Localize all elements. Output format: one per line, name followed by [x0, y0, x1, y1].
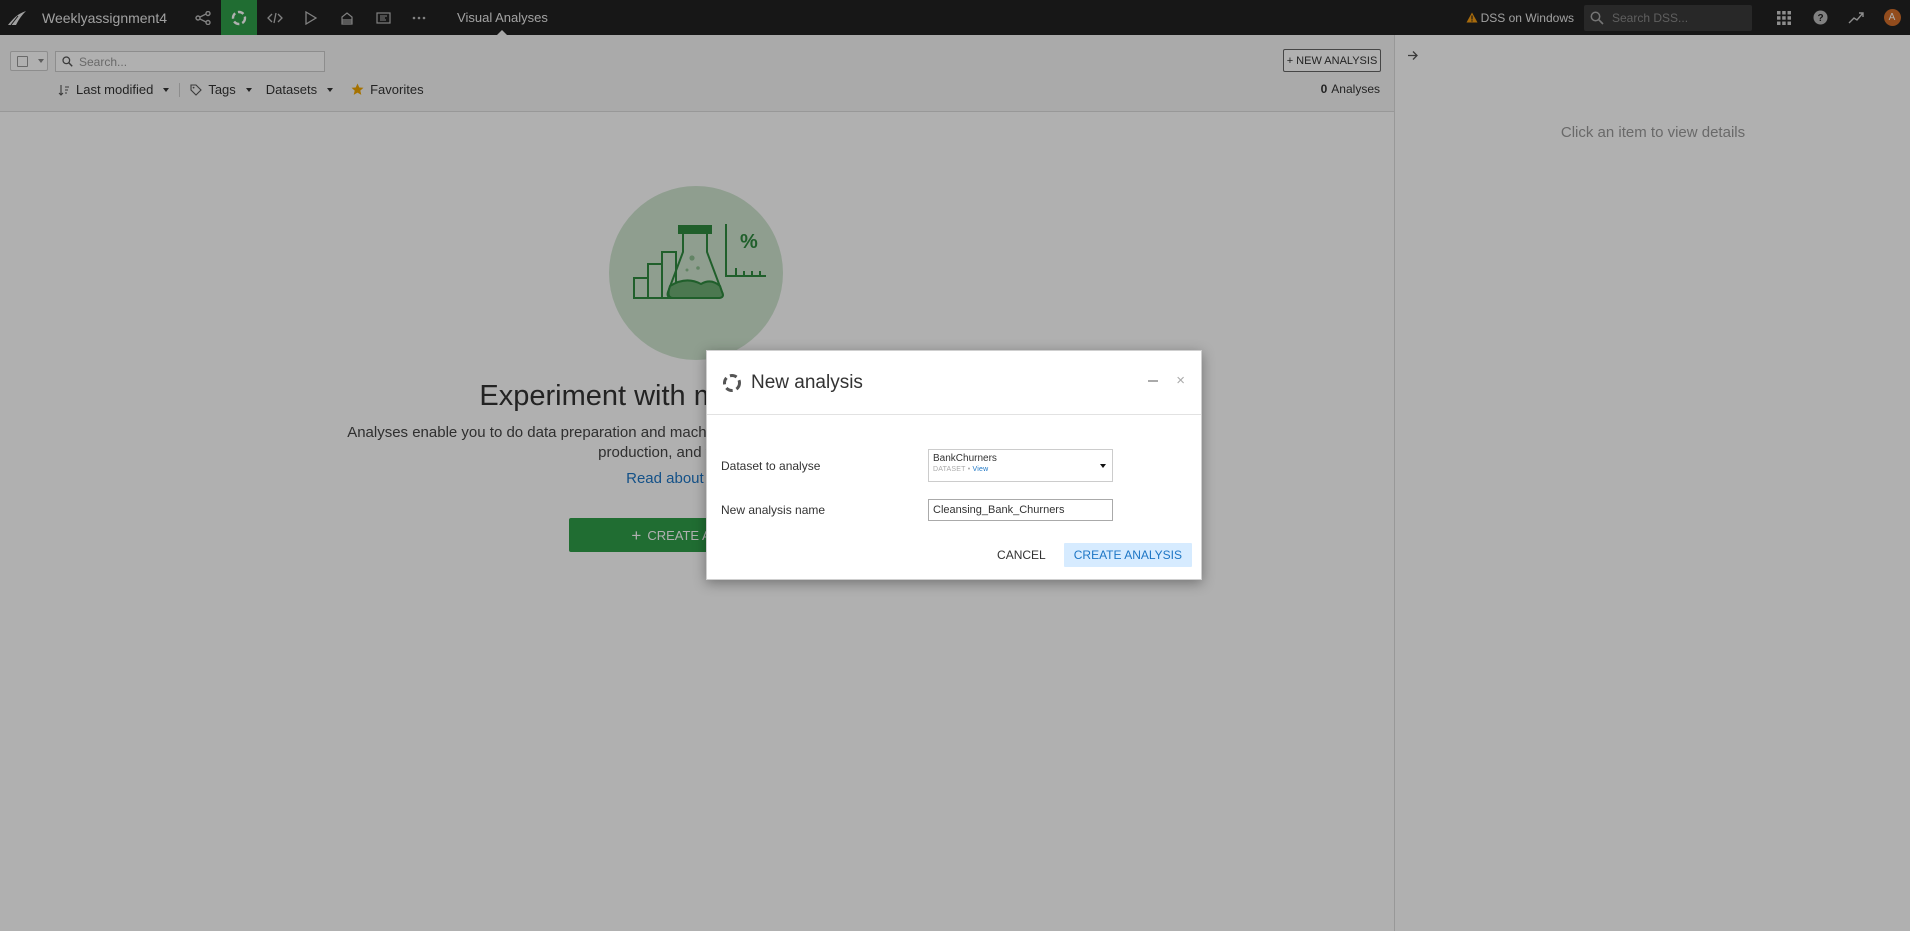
- dataset-label: Dataset to analyse: [721, 458, 821, 473]
- modal-title: New analysis: [751, 371, 863, 393]
- analysis-name-input[interactable]: [928, 499, 1113, 521]
- name-row: New analysis name: [721, 499, 1113, 521]
- dataset-meta: DATASET • View: [933, 466, 1108, 473]
- dataset-type: DATASET: [933, 466, 966, 473]
- chevron-down-icon: [1100, 464, 1106, 468]
- cancel-button[interactable]: CANCEL: [989, 544, 1054, 566]
- lab-icon: [723, 373, 741, 392]
- modal-footer: CANCEL CREATE ANALYSIS: [989, 543, 1192, 567]
- dataset-view-link[interactable]: View: [972, 466, 988, 473]
- dataset-row: Dataset to analyse BankChurners DATASET …: [721, 449, 1113, 482]
- dataset-select[interactable]: BankChurners DATASET • View: [928, 449, 1113, 482]
- close-icon[interactable]: ×: [1176, 373, 1185, 388]
- dataset-name: BankChurners: [933, 453, 997, 464]
- minimize-icon[interactable]: [1148, 379, 1159, 382]
- create-analysis-button[interactable]: CREATE ANALYSIS: [1063, 543, 1192, 567]
- modal-header: New analysis ×: [707, 351, 1201, 415]
- new-analysis-modal: New analysis × Dataset to analyse BankCh…: [706, 350, 1202, 580]
- name-label: New analysis name: [721, 503, 826, 517]
